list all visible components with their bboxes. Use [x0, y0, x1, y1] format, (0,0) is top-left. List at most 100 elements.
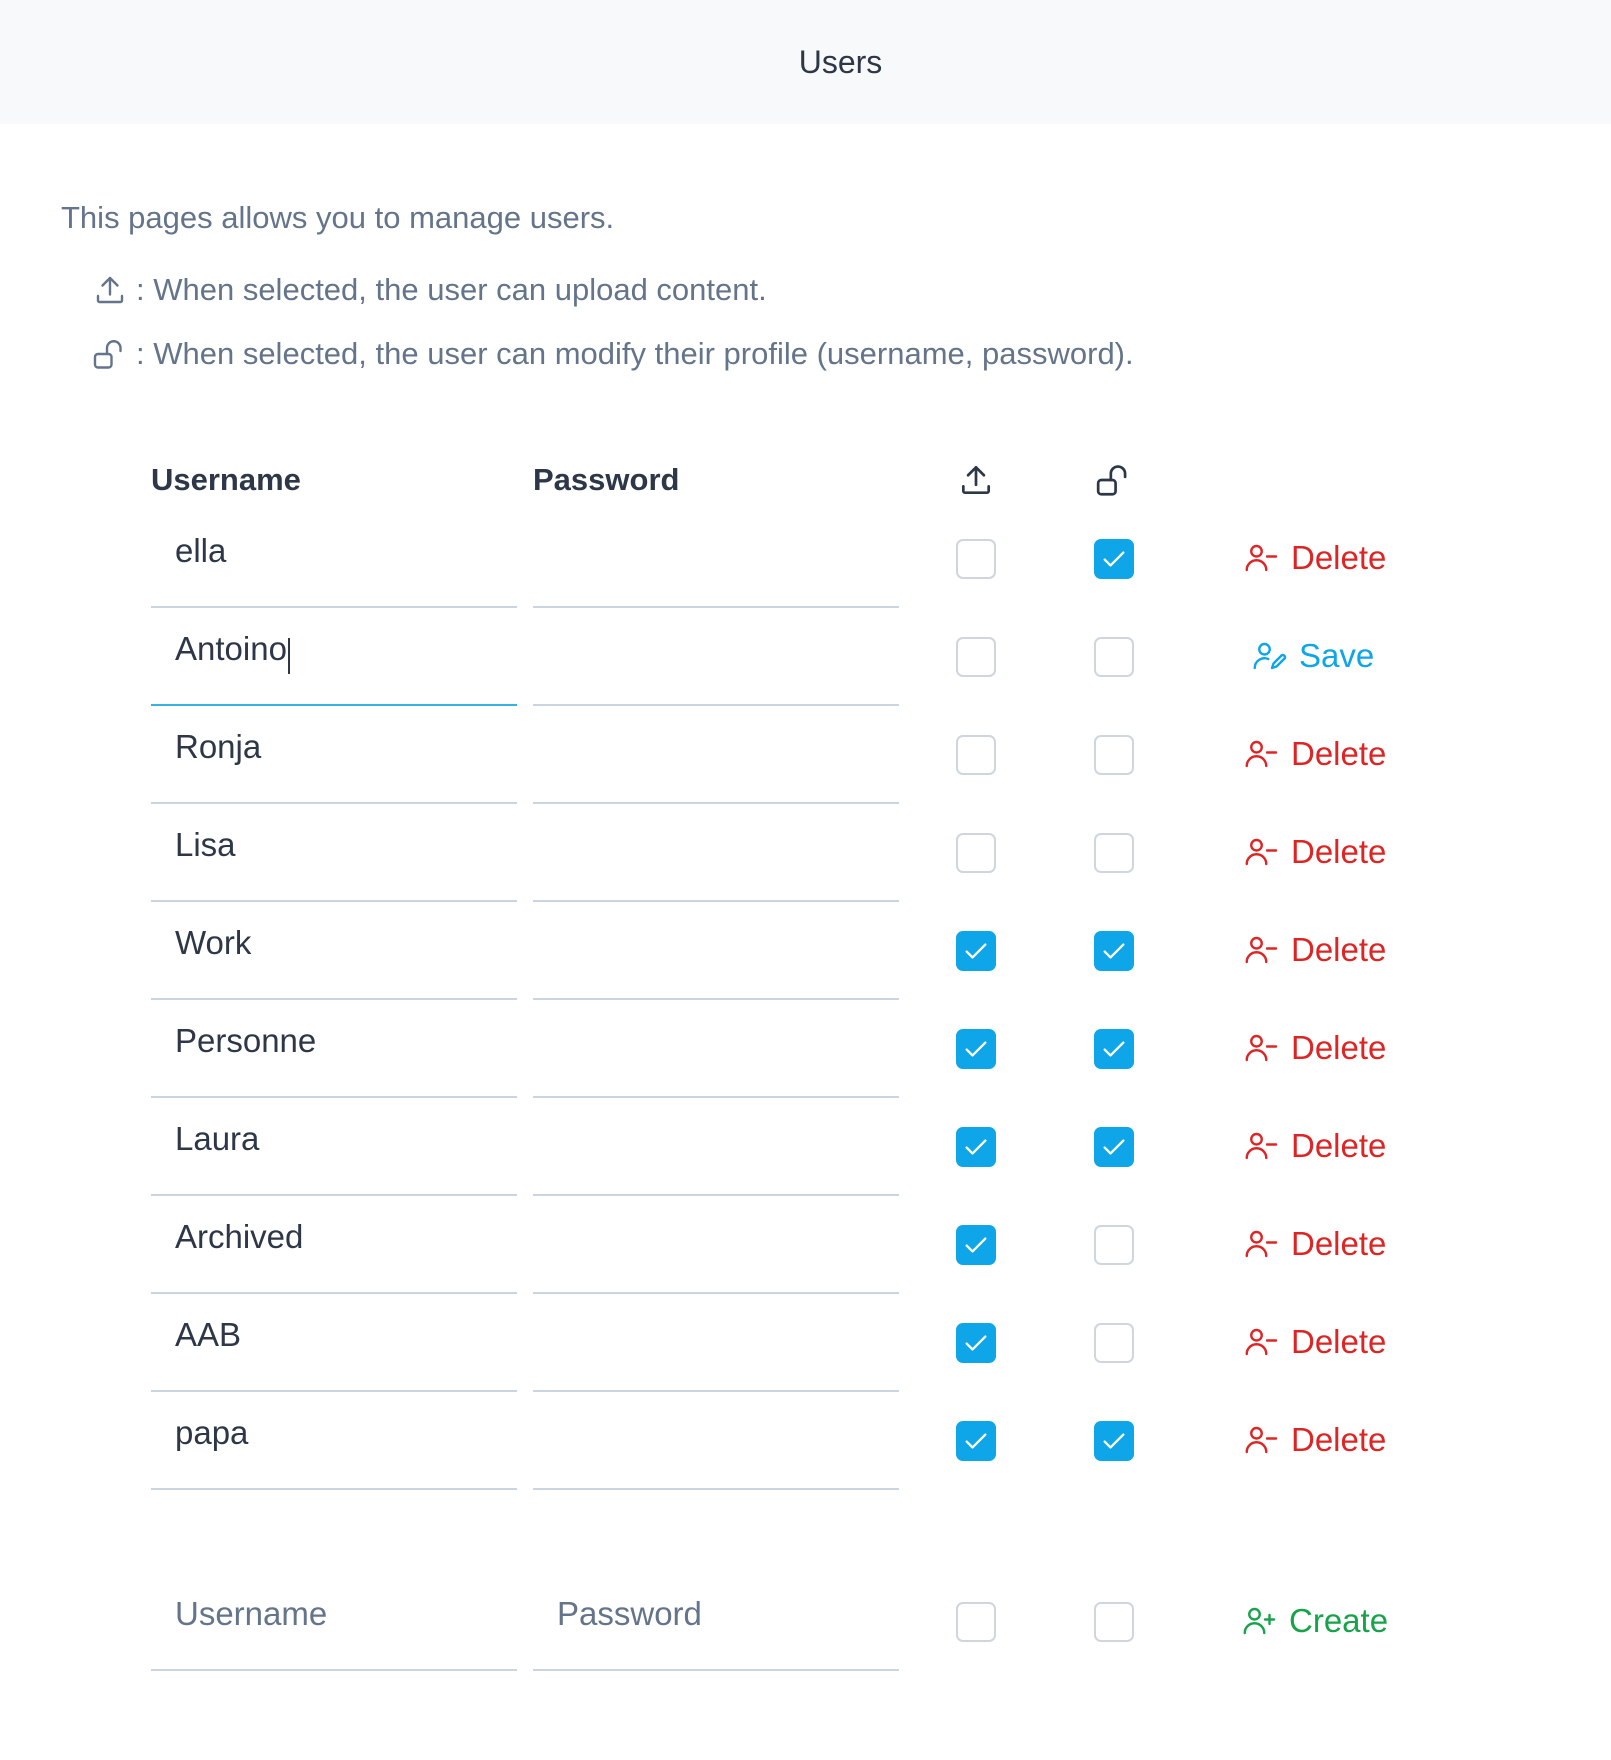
password-input[interactable] [533, 1098, 899, 1196]
upload-checkbox[interactable] [956, 637, 996, 677]
upload-checkbox[interactable] [956, 931, 996, 971]
intro-text: This pages allows you to manage users. [61, 200, 615, 235]
new-username-input[interactable]: Username [151, 1573, 517, 1671]
create-label: Create [1289, 1602, 1389, 1639]
profile-checkbox[interactable] [1094, 1225, 1134, 1265]
profile-checkbox[interactable] [1094, 735, 1134, 775]
username-input[interactable]: Personne [151, 1000, 517, 1098]
delete-label: Delete [1291, 931, 1387, 968]
delete-label: Delete [1291, 1029, 1387, 1066]
upload-icon [92, 270, 128, 310]
username-value: Lisa [175, 826, 236, 863]
user-minus-icon [1243, 1030, 1279, 1066]
table-row: Work Delete [0, 902, 1611, 1000]
upload-checkbox[interactable] [956, 539, 996, 579]
password-input[interactable] [533, 804, 899, 902]
profile-checkbox[interactable] [1094, 1127, 1134, 1167]
username-input[interactable]: AAB [151, 1294, 517, 1392]
table-row: papa Delete [0, 1392, 1611, 1490]
delete-button[interactable]: Delete [1243, 1124, 1386, 1168]
password-input[interactable] [533, 1196, 899, 1294]
new-user-upload-checkbox[interactable] [956, 1602, 996, 1642]
user-edit-icon [1251, 638, 1287, 674]
username-value: AAB [175, 1316, 242, 1353]
upload-checkbox[interactable] [956, 735, 996, 775]
page-title: Users [798, 43, 883, 80]
create-button[interactable]: Create [1241, 1599, 1388, 1643]
table-row: Antoino Save [0, 608, 1611, 706]
delete-button[interactable]: Delete [1243, 1418, 1386, 1462]
profile-checkbox[interactable] [1094, 1029, 1134, 1069]
username-value: Work [175, 924, 252, 961]
password-input[interactable] [533, 1294, 899, 1392]
upload-checkbox[interactable] [956, 1323, 996, 1363]
delete-button[interactable]: Delete [1243, 1320, 1386, 1364]
table-row: AAB Delete [0, 1294, 1611, 1392]
user-minus-icon [1243, 1226, 1279, 1262]
delete-label: Delete [1291, 735, 1387, 772]
password-input[interactable] [533, 1000, 899, 1098]
delete-button[interactable]: Delete [1243, 1026, 1386, 1070]
column-header-upload-icon [956, 460, 996, 500]
user-minus-icon [1243, 736, 1279, 772]
profile-checkbox[interactable] [1094, 539, 1134, 579]
username-input[interactable]: Work [151, 902, 517, 1000]
column-header-username: Username [151, 462, 301, 497]
top-bar: Users [0, 0, 1611, 124]
new-password-input[interactable]: Password [533, 1573, 899, 1671]
user-minus-icon [1243, 540, 1279, 576]
table-row: Archived Delete [0, 1196, 1611, 1294]
username-input[interactable]: Laura [151, 1098, 517, 1196]
check-icon [1100, 937, 1128, 965]
user-minus-icon [1243, 932, 1279, 968]
delete-button[interactable]: Delete [1243, 732, 1386, 776]
password-input[interactable] [533, 608, 899, 706]
table-row: Ronja Delete [0, 706, 1611, 804]
username-input[interactable]: Archived [151, 1196, 517, 1294]
check-icon [962, 1329, 990, 1357]
upload-checkbox[interactable] [956, 1029, 996, 1069]
profile-checkbox[interactable] [1094, 931, 1134, 971]
check-icon [962, 1427, 990, 1455]
upload-checkbox[interactable] [956, 1127, 996, 1167]
profile-checkbox[interactable] [1094, 1421, 1134, 1461]
upload-checkbox[interactable] [956, 1421, 996, 1461]
username-value: Antoino [175, 630, 287, 667]
upload-checkbox[interactable] [956, 833, 996, 873]
username-input[interactable]: Ronja [151, 706, 517, 804]
password-input[interactable] [533, 902, 899, 1000]
delete-button[interactable]: Delete [1243, 830, 1386, 874]
username-input[interactable]: papa [151, 1392, 517, 1490]
password-input[interactable] [533, 706, 899, 804]
delete-button[interactable]: Delete [1243, 928, 1386, 972]
username-input[interactable]: Antoino [151, 608, 517, 706]
check-icon [962, 1231, 990, 1259]
save-button[interactable]: Save [1251, 634, 1374, 678]
username-input[interactable]: ella [151, 510, 517, 608]
user-plus-icon [1241, 1603, 1277, 1639]
delete-button[interactable]: Delete [1243, 1222, 1386, 1266]
password-input[interactable] [533, 510, 899, 608]
username-value: papa [175, 1414, 249, 1451]
upload-checkbox[interactable] [956, 1225, 996, 1265]
save-label: Save [1299, 637, 1375, 674]
username-value: Ronja [175, 728, 262, 765]
check-icon [962, 1133, 990, 1161]
username-value: Archived [175, 1218, 304, 1255]
profile-checkbox[interactable] [1094, 637, 1134, 677]
unlock-icon [92, 334, 128, 374]
password-input[interactable] [533, 1392, 899, 1490]
new-user-row: Username Password Create [0, 1573, 1611, 1671]
username-input[interactable]: Lisa [151, 804, 517, 902]
username-value: ella [175, 532, 227, 569]
upload-legend-text: : When selected, the user can upload con… [136, 272, 767, 307]
user-minus-icon [1243, 1422, 1279, 1458]
profile-checkbox[interactable] [1094, 833, 1134, 873]
delete-label: Delete [1291, 539, 1387, 576]
new-user-profile-checkbox[interactable] [1094, 1602, 1134, 1642]
delete-button[interactable]: Delete [1243, 536, 1386, 580]
user-minus-icon [1243, 1324, 1279, 1360]
profile-checkbox[interactable] [1094, 1323, 1134, 1363]
column-header-unlock-icon [1094, 460, 1134, 500]
delete-label: Delete [1291, 1127, 1387, 1164]
